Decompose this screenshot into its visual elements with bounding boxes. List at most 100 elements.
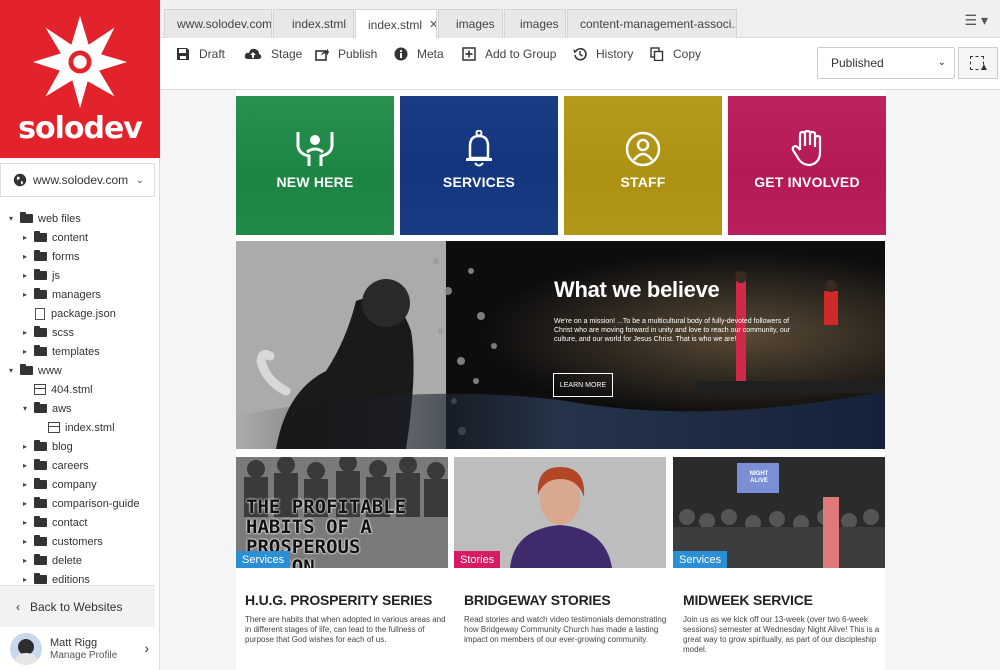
tab-index-stml-active[interactable]: index.stml ✕: [355, 9, 437, 39]
save-icon: [177, 48, 189, 60]
stage-label: Stage: [271, 47, 303, 61]
caret-right-icon[interactable]: ▸: [20, 290, 30, 299]
tree-item-customers[interactable]: ▸ customers: [0, 532, 157, 551]
tree-item-index-stml[interactable]: index.stml: [0, 418, 157, 437]
menu-icon[interactable]: ☰ ▾: [965, 12, 988, 29]
back-to-websites-button[interactable]: ‹ Back to Websites: [0, 585, 155, 627]
tile-new-here[interactable]: NEW HERE: [236, 96, 394, 235]
caret-right-icon[interactable]: ▸: [20, 461, 30, 470]
tree-item-js[interactable]: ▸ js: [0, 266, 157, 285]
avatar: [10, 633, 42, 665]
bell-icon: [400, 130, 558, 168]
card-midweek-service[interactable]: NIGHT ALIVE Services: [673, 457, 885, 568]
tree-item-label: 404.stml: [51, 383, 93, 396]
tree-item-content[interactable]: ▸ content: [0, 228, 157, 247]
close-icon[interactable]: ✕: [429, 18, 436, 31]
meta-button[interactable]: Meta: [394, 43, 444, 65]
tile-staff[interactable]: STAFF: [564, 96, 722, 235]
caret-right-icon[interactable]: ▸: [20, 537, 30, 546]
tree-item-web-files[interactable]: ▾ web files: [0, 209, 157, 228]
history-button[interactable]: History: [573, 43, 633, 65]
folder-icon: [34, 231, 47, 242]
caret-right-icon[interactable]: ▸: [20, 271, 30, 280]
user-name: Matt Rigg: [50, 637, 98, 649]
caret-right-icon[interactable]: ▸: [20, 347, 30, 356]
caret-down-icon[interactable]: ▾: [6, 214, 16, 223]
tree-item-editions[interactable]: ▸ editions: [0, 570, 157, 584]
card-hug-prosperity[interactable]: THE PROFITABLE HABITS OF A PROSPEROUS PE…: [236, 457, 448, 568]
copy-button[interactable]: Copy: [650, 43, 701, 65]
copy-label: Copy: [673, 47, 702, 61]
raised-hands-icon: [236, 130, 394, 168]
tab-images[interactable]: images: [438, 9, 503, 38]
stage-button[interactable]: Stage: [244, 43, 302, 65]
tree-item-contact[interactable]: ▸ contact: [0, 513, 157, 532]
tab-images-2[interactable]: images: [504, 9, 566, 38]
tree-item-package-json[interactable]: package.json: [0, 304, 157, 323]
tree-item-label: editions: [52, 573, 90, 585]
add-to-group-button[interactable]: Add to Group: [462, 43, 556, 65]
tree-item-careers[interactable]: ▸ careers: [0, 456, 157, 475]
tree-item-comparison-guide[interactable]: ▸ comparison-guide: [0, 494, 157, 513]
caret-down-icon[interactable]: ▾: [6, 366, 16, 375]
tree-item-forms[interactable]: ▸ forms: [0, 247, 157, 266]
learn-more-button[interactable]: LEARN MORE: [553, 373, 613, 397]
caret-right-icon[interactable]: ▸: [20, 442, 30, 451]
caret-right-icon[interactable]: ▸: [20, 328, 30, 337]
tab-index-stml[interactable]: index.stml: [273, 9, 354, 38]
card-tag[interactable]: Services: [673, 551, 728, 568]
tree-item-aws[interactable]: ▾ aws: [0, 399, 157, 418]
folder-icon: [34, 535, 47, 546]
select-element-button[interactable]: ▲: [958, 47, 998, 79]
tree-item-blog[interactable]: ▸ blog: [0, 437, 157, 456]
card-title[interactable]: H.U.G. PROSPERITY SERIES: [245, 592, 432, 608]
status-select[interactable]: Published ⌄: [817, 47, 955, 79]
caret-right-icon[interactable]: ▸: [20, 499, 30, 508]
sidebar: solodev www.solodev.com ⌄ ▾ web files ▸ con…: [0, 0, 160, 670]
card-title[interactable]: BRIDGEWAY STORIES: [464, 592, 611, 608]
tab-label: index.stml: [292, 17, 347, 31]
tree-item-404-stml[interactable]: 404.stml: [0, 380, 157, 399]
draft-button[interactable]: Draft: [176, 43, 225, 65]
tile-services[interactable]: SERVICES: [400, 96, 558, 235]
caret-right-icon[interactable]: ▸: [20, 556, 30, 565]
draft-label: Draft: [199, 47, 226, 61]
website-selector[interactable]: www.solodev.com ⌄: [0, 163, 155, 197]
publish-label: Publish: [338, 47, 378, 61]
tree-item-delete[interactable]: ▸ delete: [0, 551, 157, 570]
info-icon: [394, 47, 408, 61]
tree-item-www[interactable]: ▾ www: [0, 361, 157, 380]
solodev-logo[interactable]: solodev: [0, 0, 160, 158]
caret-right-icon[interactable]: ▸: [20, 575, 30, 584]
caret-right-icon[interactable]: ▸: [20, 233, 30, 242]
preview-gutter-right: [885, 90, 1000, 670]
publish-button[interactable]: Publish: [315, 43, 377, 65]
caret-right-icon[interactable]: ▸: [20, 252, 30, 261]
caret-right-icon[interactable]: ▸: [20, 480, 30, 489]
tree-item-label: managers: [52, 288, 101, 301]
folder-icon: [34, 478, 47, 489]
card-tag[interactable]: Stories: [454, 551, 501, 568]
user-profile[interactable]: Matt Rigg Manage Profile ›: [0, 628, 157, 670]
card-tag[interactable]: Services: [236, 551, 291, 568]
manage-profile-link[interactable]: Manage Profile: [50, 650, 117, 661]
tab-content-management[interactable]: content-management-associ...: [567, 9, 737, 38]
tree-item-label: contact: [52, 516, 88, 529]
history-label: History: [596, 47, 634, 61]
tree-item-managers[interactable]: ▸ managers: [0, 285, 157, 304]
caret-right-icon[interactable]: ▸: [20, 518, 30, 527]
tree-item-company[interactable]: ▸ company: [0, 475, 157, 494]
tree-item-label: package.json: [51, 307, 116, 320]
card-bridgeway-stories[interactable]: Stories: [454, 457, 666, 568]
tree-item-label: index.stml: [65, 421, 115, 434]
tile-get-involved[interactable]: GET INVOLVED: [728, 96, 886, 235]
card-title[interactable]: MIDWEEK SERVICE: [683, 592, 813, 608]
tree-item-scss[interactable]: ▸ scss: [0, 323, 157, 342]
tab-label: images: [520, 17, 559, 31]
tree-item-templates[interactable]: ▸ templates: [0, 342, 157, 361]
caret-down-icon[interactable]: ▾: [20, 404, 30, 413]
website-selector-value: www.solodev.com: [33, 173, 129, 187]
tab-website[interactable]: www.solodev.com: [164, 9, 272, 38]
toolbar: Draft Stage Publish Meta Add to Group Hi…: [160, 38, 1000, 90]
person-circle-icon: [564, 130, 722, 168]
